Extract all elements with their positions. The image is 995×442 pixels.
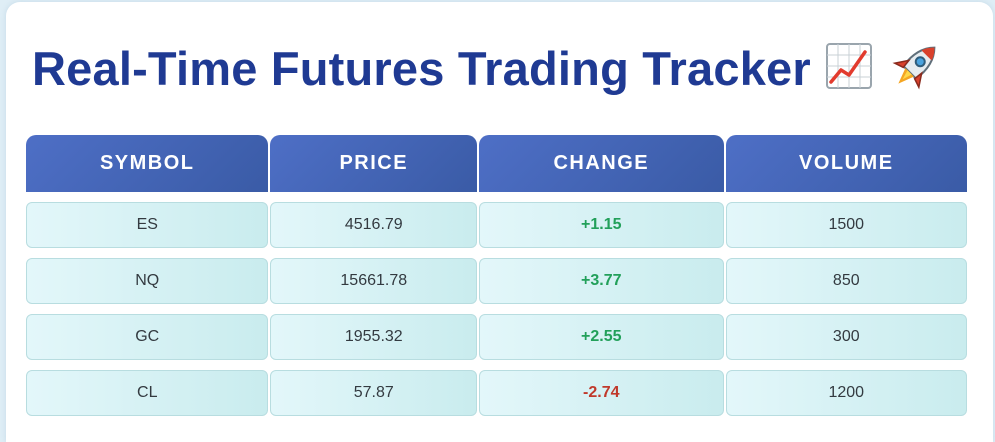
cell-volume: 300 <box>725 314 968 360</box>
cell-price: 57.87 <box>270 370 478 416</box>
cell-price: 4516.79 <box>270 202 478 248</box>
cell-volume: 1500 <box>725 202 968 248</box>
cell-price: 15661.78 <box>270 258 478 304</box>
cell-change: +1.15 <box>479 202 724 248</box>
change-value: +2.55 <box>581 328 622 345</box>
cell-volume: 1200 <box>725 370 968 416</box>
header-price[interactable]: PRICE <box>270 135 478 192</box>
table-row: CL 57.87 -2.74 1200 <box>26 370 968 416</box>
cell-volume: 850 <box>725 258 968 304</box>
table-row: NQ 15661.78 +3.77 850 <box>26 258 968 304</box>
change-value: +1.15 <box>581 216 622 233</box>
table-row: ES 4516.79 +1.15 1500 <box>26 202 968 248</box>
cell-change: +2.55 <box>479 314 724 360</box>
cell-symbol: ES <box>26 202 269 248</box>
cell-symbol: NQ <box>26 258 269 304</box>
futures-table: SYMBOL PRICE CHANGE VOLUME ES 4516.79 +1… <box>26 135 968 426</box>
header-symbol[interactable]: SYMBOL <box>26 135 269 192</box>
change-value: +3.77 <box>581 272 622 289</box>
cell-symbol: CL <box>26 370 269 416</box>
header-volume[interactable]: VOLUME <box>725 135 968 192</box>
header-change[interactable]: CHANGE <box>479 135 724 192</box>
title-row: Real-Time Futures Trading Tracker <box>32 36 945 100</box>
tracker-card: Real-Time Futures Trading Tracker SYMBOL… <box>6 2 993 442</box>
cell-change: +3.77 <box>479 258 724 304</box>
table-header-row: SYMBOL PRICE CHANGE VOLUME <box>26 135 968 192</box>
chart-increasing-icon <box>825 42 873 95</box>
cell-symbol: GC <box>26 314 269 360</box>
cell-price: 1955.32 <box>270 314 478 360</box>
page-title: Real-Time Futures Trading Tracker <box>32 41 811 95</box>
table-row: GC 1955.32 +2.55 300 <box>26 314 968 360</box>
cell-change: -2.74 <box>479 370 724 416</box>
change-value: -2.74 <box>583 384 620 401</box>
rocket-icon <box>887 37 945 100</box>
